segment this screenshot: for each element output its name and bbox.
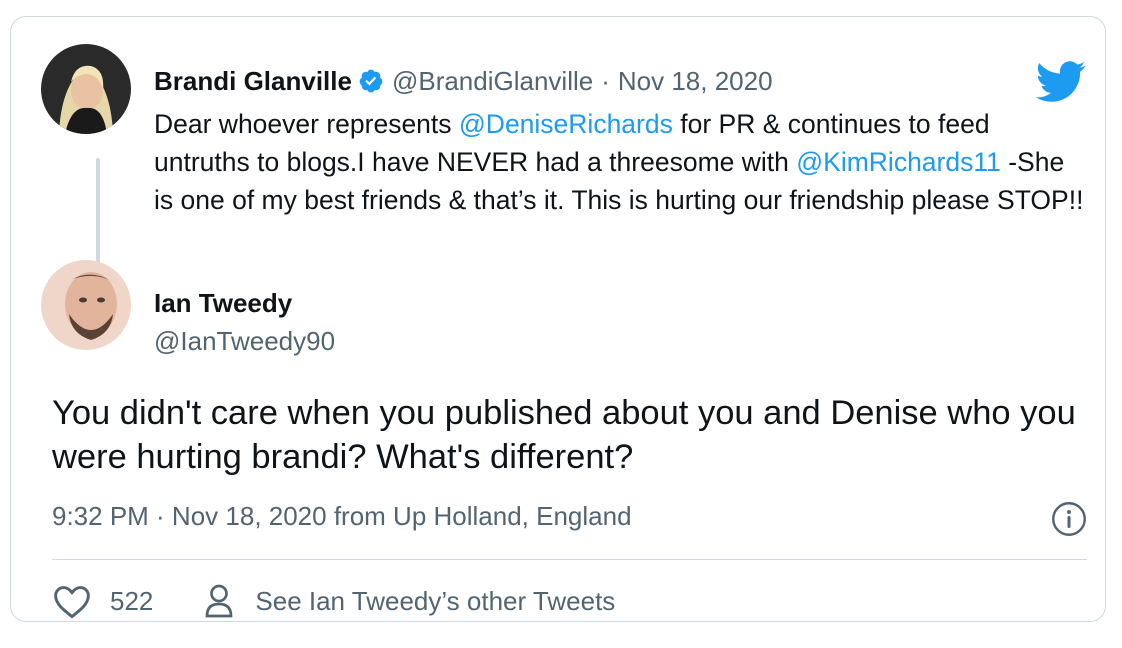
twitter-bird-icon[interactable]	[1035, 61, 1087, 103]
mention-link-denise[interactable]: @DeniseRichards	[459, 109, 673, 139]
quoted-tweet-date[interactable]: Nov 18, 2020	[618, 66, 773, 97]
brandi-avatar[interactable]	[41, 44, 131, 134]
see-other-tweets-link[interactable]: See Ian Tweedy’s other Tweets	[255, 586, 615, 617]
quoted-author-handle[interactable]: @BrandiGlanville	[392, 66, 593, 97]
quoted-author-name[interactable]: Brandi Glanville	[154, 66, 352, 97]
divider	[52, 559, 1087, 560]
tweet-embed-card: Brandi Glanville @BrandiGlanville · Nov …	[10, 16, 1106, 622]
like-count[interactable]: 522	[110, 586, 153, 617]
quoted-tweet-header: Brandi Glanville @BrandiGlanville · Nov …	[154, 61, 773, 101]
person-icon	[206, 584, 233, 618]
tweet-actions-bar: 522 See Ian Tweedy’s other Tweets	[52, 579, 615, 623]
heart-icon[interactable]	[52, 583, 92, 619]
info-icon[interactable]	[1051, 501, 1087, 537]
quoted-tweet-text: Dear whoever represents @DeniseRichards …	[154, 105, 1084, 219]
tweet-timestamp-location[interactable]: 9:32 PM · Nov 18, 2020 from Up Holland, …	[52, 501, 632, 532]
reply-author-name[interactable]: Ian Tweedy	[154, 288, 292, 319]
reply-tweet-text: You didn't care when you published about…	[52, 394, 1076, 476]
thread-connector-line	[96, 158, 100, 265]
ian-avatar[interactable]	[41, 260, 131, 350]
quoted-text-part-1: Dear whoever represents	[154, 109, 459, 139]
mention-link-kim[interactable]: @KimRichards11	[796, 147, 1001, 177]
reply-author-handle[interactable]: @IanTweedy90	[154, 326, 335, 357]
verified-badge-icon	[359, 69, 383, 93]
separator-dot: ·	[601, 65, 610, 96]
